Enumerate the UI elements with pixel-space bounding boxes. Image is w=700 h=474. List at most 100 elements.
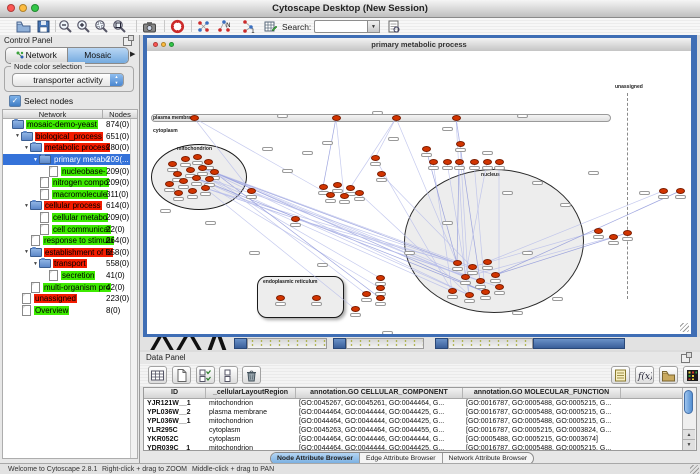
function-builder-button[interactable]: f(x): [635, 366, 654, 384]
tree-row-nitrogen-compo[interactable]: nitrogen compo209(0): [3, 177, 137, 189]
expand-arrow-icon[interactable]: ▼: [32, 157, 39, 163]
table-row-ydr039c__1[interactable]: YDR039C__1mitochondrion[GO:0044464, GO:0…: [144, 444, 696, 451]
network-edge[interactable]: [323, 118, 336, 187]
open-file-button[interactable]: [16, 19, 32, 34]
network-tool-a-button[interactable]: [196, 19, 212, 34]
network-node[interactable]: [165, 181, 174, 187]
network-edge[interactable]: [350, 118, 396, 188]
network-node[interactable]: [192, 175, 201, 181]
network-node[interactable]: [376, 295, 385, 301]
expand-arrow-icon[interactable]: ▼: [14, 133, 21, 139]
attribute-table-button[interactable]: [148, 366, 167, 384]
tab-mosaic[interactable]: Mosaic: [67, 48, 129, 63]
tree-row-secretion[interactable]: secretion41(0): [3, 270, 137, 282]
column-header-cellular-component[interactable]: annotation.GO CELLULAR_COMPONENT: [296, 388, 463, 398]
expand-arrow-icon[interactable]: ▼: [23, 145, 30, 151]
minimized-window-icon[interactable]: [333, 338, 346, 349]
minimized-window-titlebar[interactable]: [448, 338, 533, 349]
zoom-selected-button[interactable]: [94, 19, 110, 34]
delete-attribute-button[interactable]: [242, 366, 261, 384]
window-resize-grip[interactable]: [690, 465, 699, 474]
background-window-fragment[interactable]: [208, 337, 217, 350]
network-edge[interactable]: [495, 233, 627, 275]
window-titlebar[interactable]: Cytoscape Desktop (New Session): [0, 0, 700, 18]
network-node[interactable]: [204, 159, 213, 165]
scroll-down-icon[interactable]: ▼: [683, 439, 695, 450]
minimized-window-titlebar[interactable]: [346, 338, 424, 349]
network-edge[interactable]: [202, 168, 366, 294]
network-node[interactable]: [205, 176, 214, 182]
network-node[interactable]: [371, 155, 380, 161]
float-panel-icon[interactable]: [681, 354, 690, 363]
search-dropdown-button[interactable]: ▼: [368, 20, 380, 33]
column-header-id[interactable]: ID: [144, 388, 206, 398]
background-window-fragment[interactable]: [218, 337, 227, 350]
tree-row-cell-communicat[interactable]: cell communicat22(0): [3, 223, 137, 235]
network-tool-c-button[interactable]: 1: [241, 19, 257, 34]
network-node[interactable]: [332, 115, 341, 121]
attribute-notes-button[interactable]: [611, 366, 630, 384]
network-node[interactable]: [609, 234, 618, 240]
network-node[interactable]: [443, 159, 452, 165]
network-edge[interactable]: [457, 162, 459, 263]
tree-scrollbar[interactable]: [130, 119, 137, 458]
network-node[interactable]: [376, 285, 385, 291]
network-canvas[interactable]: plasma membrane cytoplasm mitochondrion …: [147, 51, 691, 334]
network-view-frame[interactable]: primary metabolic process plasma membran…: [143, 35, 697, 337]
tree-row-unassigned[interactable]: unassigned223(0): [3, 293, 137, 305]
network-node[interactable]: [455, 159, 464, 165]
network-node[interactable]: [193, 154, 202, 160]
table-row-ypl036w__2[interactable]: YPL036W__2plasma membrane[GO:0044464, GO…: [144, 408, 696, 417]
network-node[interactable]: [188, 188, 197, 194]
tree-row-primary-metabo[interactable]: ▼primary metabo209(...: [3, 154, 137, 166]
network-node[interactable]: [429, 159, 438, 165]
network-node[interactable]: [291, 216, 300, 222]
network-edge[interactable]: [487, 191, 663, 262]
network-node[interactable]: [623, 230, 632, 236]
network-node[interactable]: [355, 190, 364, 196]
search-options-button[interactable]: [386, 19, 402, 34]
tree-row-response-to-stimulu[interactable]: response to stimulu264(0): [3, 235, 137, 247]
network-node[interactable]: [201, 185, 210, 191]
grid-edit-button[interactable]: [263, 19, 279, 34]
tree-row-cellular-process[interactable]: ▼cellular process614(0): [3, 200, 137, 212]
minimized-window-titlebar[interactable]: [247, 338, 327, 349]
tab-network[interactable]: Network: [6, 48, 67, 63]
network-node[interactable]: [190, 115, 199, 121]
network-node[interactable]: [346, 185, 355, 191]
table-row-ylr295c[interactable]: YLR295Ccytoplasm[GO:0045263, GO:0044464,…: [144, 426, 696, 435]
network-edge[interactable]: [433, 162, 452, 291]
tree-row-mosaic-demo-yeast[interactable]: mosaic-demo-yeast874(0): [3, 119, 137, 131]
table-scrollbar[interactable]: ▲ ▼: [682, 388, 696, 450]
network-node[interactable]: [495, 284, 504, 290]
network-node[interactable]: [468, 264, 477, 270]
network-node[interactable]: [247, 188, 256, 194]
tree-row-metabolic-process[interactable]: ▼metabolic process280(0): [3, 142, 137, 154]
network-edge[interactable]: [495, 191, 680, 275]
network-node[interactable]: [276, 295, 285, 301]
table-row-yjr121w__1[interactable]: YJR121W__1mitochondrion[GO:0045267, GO:0…: [144, 399, 696, 408]
network-node[interactable]: [452, 115, 461, 121]
minimized-window-icon[interactable]: [234, 338, 247, 349]
network-edge[interactable]: [396, 118, 457, 263]
color-attribute-dropdown[interactable]: transporter activity ▲▼: [12, 73, 124, 87]
tree-row-transport[interactable]: ▼transport558(0): [3, 258, 137, 270]
network-edge[interactable]: [205, 188, 355, 309]
save-session-button[interactable]: [36, 19, 52, 34]
column-header-region[interactable]: _cellularLayoutRegion: [206, 388, 296, 398]
new-attribute-button[interactable]: [172, 366, 191, 384]
background-window-fragment[interactable]: [150, 337, 162, 350]
network-node[interactable]: [392, 115, 401, 121]
network-node[interactable]: [333, 182, 342, 188]
network-tool-b-button[interactable]: N: [217, 19, 233, 34]
tab-overflow-arrow[interactable]: ▶: [130, 50, 135, 58]
network-edge[interactable]: [465, 237, 613, 277]
network-node[interactable]: [376, 275, 385, 281]
frame-titlebar[interactable]: primary metabolic process: [147, 38, 691, 52]
import-attributes-button[interactable]: [659, 366, 678, 384]
network-node[interactable]: [491, 272, 500, 278]
minimized-window-titlebar-blue[interactable]: [533, 338, 625, 349]
expand-arrow-icon[interactable]: ▼: [32, 261, 39, 267]
table-row-ypl036w__1[interactable]: YPL036W__1mitochondrion[GO:0044464, GO:0…: [144, 417, 696, 426]
network-node[interactable]: [326, 192, 335, 198]
